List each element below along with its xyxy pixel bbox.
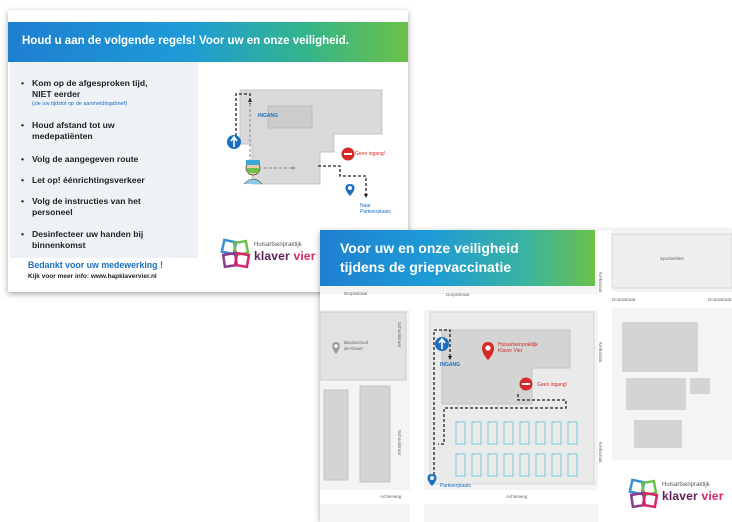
clover-logo-icon <box>220 238 251 269</box>
street-label: Schoolstraat <box>397 322 402 348</box>
street-label: Dorpsstraat <box>446 292 470 297</box>
rule-item: Houd afstand tot uw medepatiënten <box>21 120 115 142</box>
thanks-text: Bedankt voor uw medewerking ! <box>28 260 163 270</box>
place-label: de Klaver <box>344 346 364 351</box>
street-label: Schoolstraat <box>397 430 402 456</box>
rule-item: Volg de aangegeven route <box>21 154 138 165</box>
place-label: Basisschool <box>344 340 369 345</box>
rules-title: Houd u aan de volgende regels! Voor uw e… <box>22 35 349 47</box>
arrow-up-icon <box>435 337 449 351</box>
rules-banner: Houd u aan de volgende regels! Voor uw e… <box>8 22 408 62</box>
entrance-label: INGANG <box>440 362 460 368</box>
vaccination-map-card: Voor uw en onze veiligheid tijdens de gr… <box>320 230 732 522</box>
vaccination-title-line1: Voor uw en onze veiligheid <box>340 240 519 256</box>
rule-item: Let op! éénrichtingsverkeer <box>21 175 145 186</box>
street-label: Achterweg <box>506 494 528 499</box>
vaccination-title-line2: tijdens de griepvaccinatie <box>340 259 512 275</box>
practice-label: Klaver Vier <box>498 348 523 354</box>
street-label: Dorpsstraat <box>708 297 732 302</box>
arrow-up-icon <box>227 135 241 149</box>
street-label: Achterweg <box>380 494 402 499</box>
parking-label: Parkeerplaats <box>440 483 471 489</box>
logo-name: klaver vier <box>254 249 316 263</box>
street-label: Dorpsstraat <box>344 291 368 296</box>
vaccination-banner: Voor uw en onze veiligheid tijdens de gr… <box>320 230 595 286</box>
logo-name: klaver vier <box>662 489 724 503</box>
no-entry-icon <box>341 147 355 161</box>
place-label: Sportvelden <box>660 256 685 261</box>
street-label: Kerkstraat <box>598 272 603 293</box>
rule-item: Kom op de afgesproken tijd, NIET eerder … <box>21 78 148 108</box>
rule-item: Desinfecteer uw handen bij binnenkomst <box>21 229 143 251</box>
info-text: Kijk voor meer info: www.hapklavervier.n… <box>28 273 157 280</box>
parking-label-line2: Parkeerplaats <box>360 209 391 215</box>
rule-subnote: (zie uw tijdslot op de aanmeldingsbrief) <box>32 101 128 107</box>
no-entry-label: Geen ingang! <box>355 151 386 157</box>
street-label: Dorpsstraat <box>612 297 636 302</box>
rule-item: Volg de instructies van het personeel <box>21 196 141 218</box>
street-label: Kerkstraat <box>598 442 603 463</box>
rules-list: Kom op de afgesproken tijd, NIET eerder … <box>10 62 198 258</box>
entrance-label: INGANG <box>258 113 278 119</box>
location-pin-icon <box>345 184 355 196</box>
logo-subtitle: Huisartsenpraktijk <box>254 242 302 248</box>
no-entry-icon <box>519 377 533 391</box>
street-label: Kerkstraat <box>598 342 603 363</box>
clover-logo-icon <box>628 478 659 509</box>
logo-subtitle: Huisartsenpraktijk <box>662 482 710 488</box>
no-entry-label: Geen ingang! <box>537 382 568 388</box>
